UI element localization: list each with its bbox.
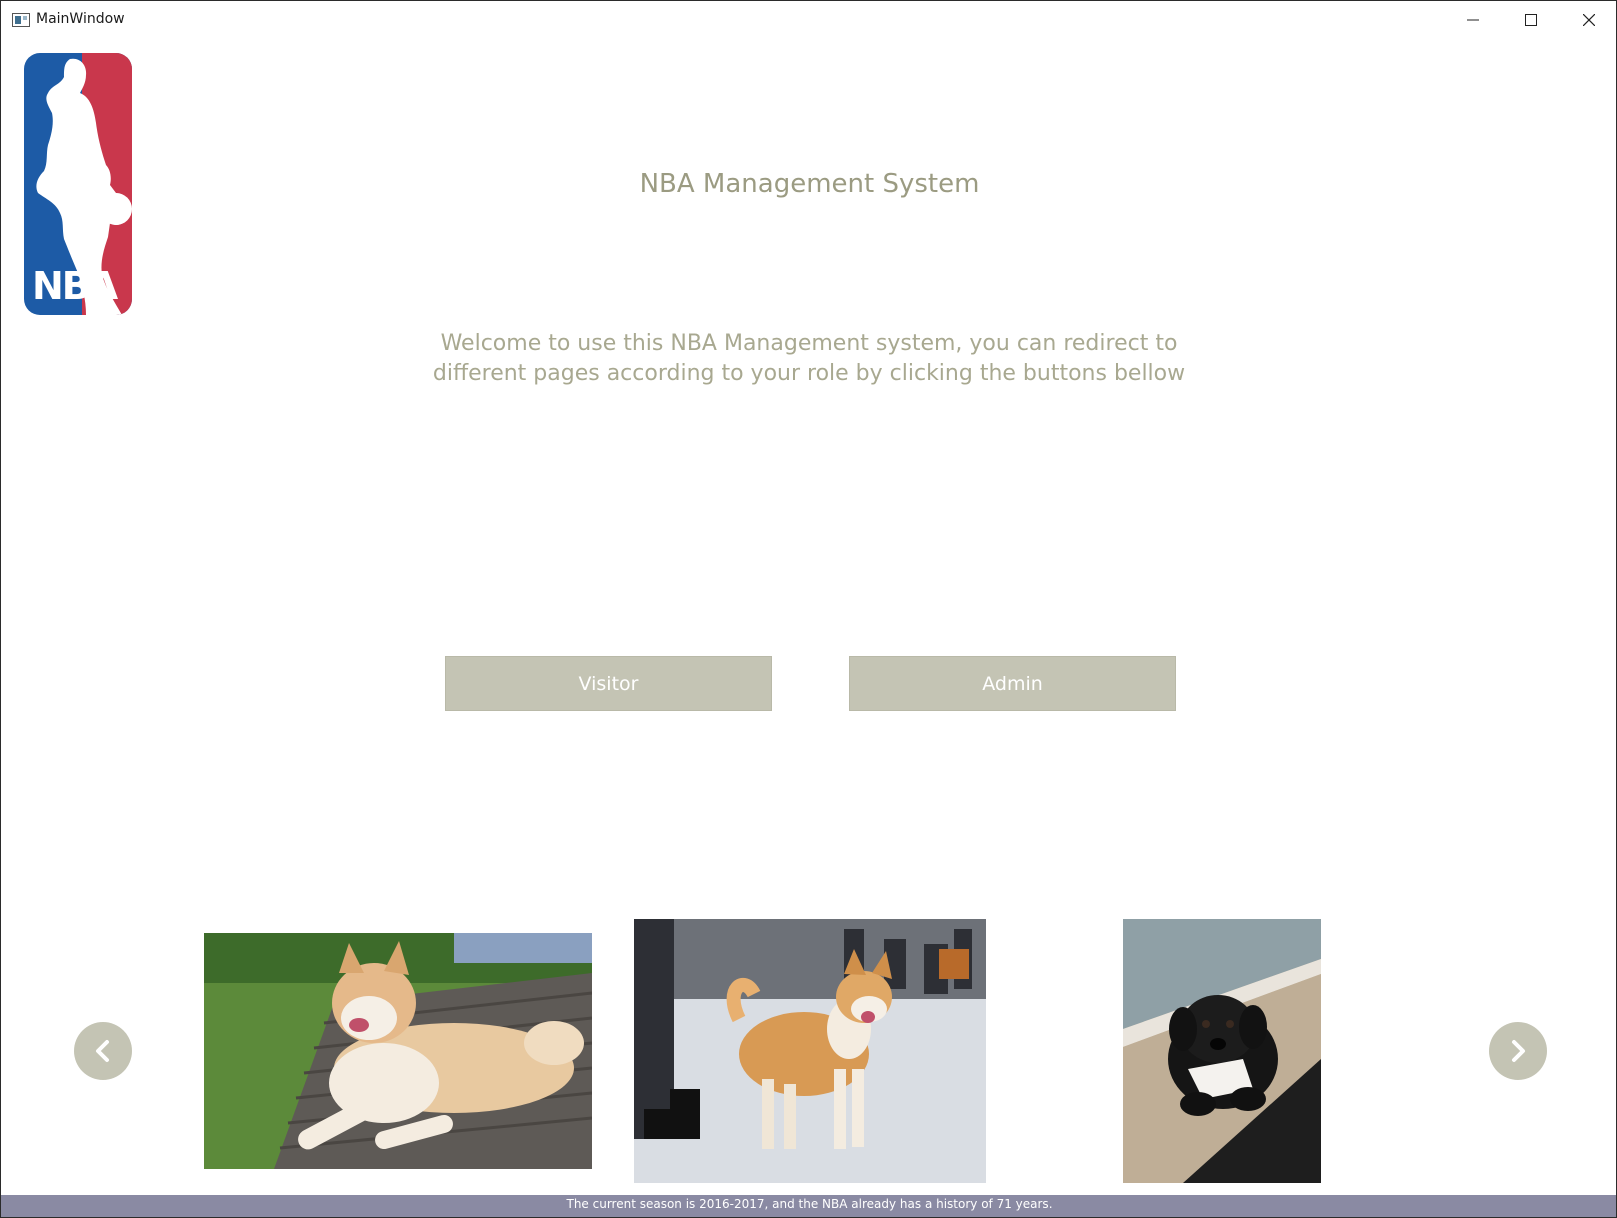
close-button[interactable]	[1560, 1, 1616, 39]
carousel-photo-3	[1123, 919, 1321, 1183]
main-window: MainWindow NBA NBA Management System Wel…	[0, 0, 1617, 1218]
carousel-photo-1	[204, 933, 592, 1169]
page-title: NBA Management System	[639, 169, 980, 199]
maximize-icon	[1525, 14, 1537, 26]
app-icon	[12, 13, 30, 27]
status-text: The current season is 2016-2017, and the…	[566, 1197, 1053, 1211]
carousel-next-button[interactable]	[1489, 1022, 1547, 1080]
close-icon	[1583, 14, 1595, 26]
maximize-button[interactable]	[1502, 1, 1560, 39]
chevron-right-icon	[1512, 1040, 1525, 1062]
carousel-prev-button[interactable]	[74, 1022, 132, 1080]
welcome-message: Welcome to use this NBA Management syste…	[432, 331, 1186, 386]
minimize-icon	[1467, 19, 1479, 21]
visitor-button[interactable]: Visitor	[445, 656, 772, 711]
title-bar[interactable]: MainWindow	[1, 1, 1616, 39]
minimize-button[interactable]	[1444, 1, 1502, 39]
admin-button[interactable]: Admin	[849, 656, 1176, 711]
nba-logo-text: NBA	[32, 264, 119, 308]
chevron-left-icon	[96, 1040, 109, 1062]
window-title: MainWindow	[36, 11, 125, 27]
status-bar: The current season is 2016-2017, and the…	[1, 1195, 1616, 1217]
carousel-photo-2	[634, 919, 986, 1183]
